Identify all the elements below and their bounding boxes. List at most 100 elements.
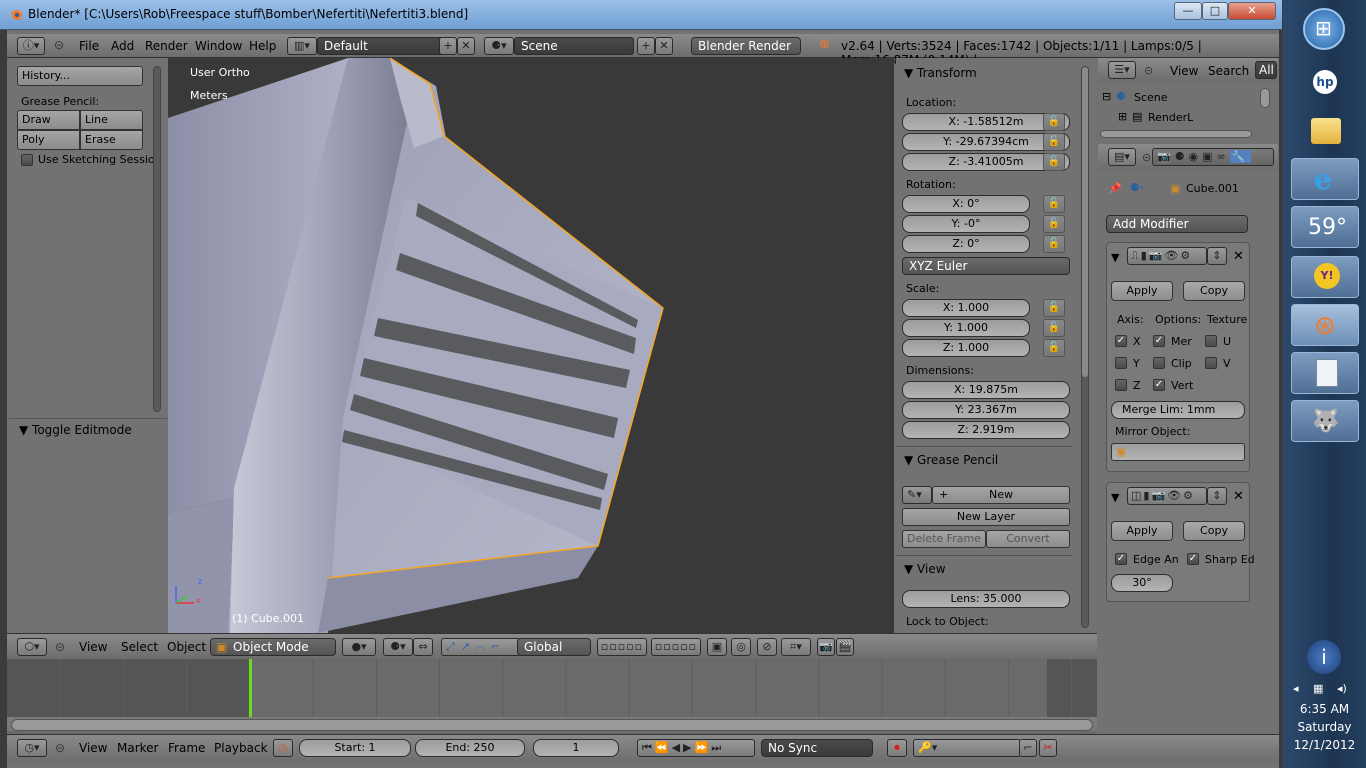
sharp-edges-checkbox[interactable]: ✓	[1187, 553, 1199, 565]
scale-x-field[interactable]: X: 1.000	[902, 299, 1030, 317]
collapse-menu-icon[interactable]: ⊝	[54, 38, 64, 52]
scene-icon[interactable]: ⚈▾	[484, 37, 514, 55]
menu-playback[interactable]: Playback	[214, 741, 268, 755]
merge-checkbox[interactable]: ✓	[1153, 335, 1165, 347]
transform-panel-header[interactable]: ▼ Transform	[904, 66, 977, 80]
collapse-menu-icon[interactable]: ⊝	[55, 741, 65, 755]
preview-range-icon[interactable]: ◷	[273, 739, 293, 757]
taskbar-gimp-app[interactable]: 🐺	[1291, 400, 1359, 442]
manipulator-icon[interactable]: ⇔	[413, 638, 433, 656]
snap-icon[interactable]: ⊘	[757, 638, 777, 656]
render-engine-select[interactable]: Blender Render	[691, 37, 801, 55]
pin-icon[interactable]: 📌	[1108, 182, 1122, 195]
screen-layout-field[interactable]: Default	[317, 37, 447, 55]
mode-select[interactable]: ▣ Object Mode	[210, 638, 336, 656]
mirror-copy-button[interactable]: Copy	[1183, 281, 1245, 301]
dimension-z-field[interactable]: Z: 2.919m	[902, 421, 1070, 439]
collapse-menu-icon[interactable]: ⊝	[1144, 64, 1153, 77]
add-scene-icon[interactable]: +	[637, 37, 655, 55]
add-screen-icon[interactable]: +	[439, 37, 457, 55]
collapse-menu-icon[interactable]: ⊝	[1142, 151, 1151, 164]
3d-viewport[interactable]: x z User Ortho Meters (1) Cube.001	[168, 58, 894, 633]
mirror-object-field[interactable]: ▣	[1111, 443, 1245, 461]
viewport-shading-icon[interactable]: ●▾	[342, 638, 376, 656]
lock-icon[interactable]: 🔓	[1043, 235, 1065, 253]
outliner-editor-icon[interactable]: ☰▾	[1108, 61, 1136, 79]
lock-icon[interactable]: 🔓	[1043, 153, 1065, 171]
texture-v-checkbox[interactable]	[1205, 357, 1217, 369]
rotation-y-field[interactable]: Y: -0°	[902, 215, 1030, 233]
convert-button[interactable]: Convert	[986, 530, 1070, 548]
transform-manipulators[interactable]: ⤢↗⌒⌐	[441, 638, 521, 656]
gp-draw-button[interactable]: Draw	[17, 110, 80, 130]
close-button[interactable]: ✕	[1228, 2, 1276, 20]
menu-view[interactable]: View	[79, 741, 107, 755]
remove-modifier-icon[interactable]: ✕	[1233, 489, 1244, 504]
minimize-button[interactable]: —	[1174, 2, 1202, 20]
proportional-edit-icon[interactable]: ◎	[731, 638, 751, 656]
menu-help[interactable]: Help	[249, 39, 276, 53]
use-sketching-checkbox[interactable]	[21, 154, 33, 166]
menu-window[interactable]: Window	[195, 39, 242, 53]
rotation-z-field[interactable]: Z: 0°	[902, 235, 1030, 253]
toggle-editmode-header[interactable]: ▼ Toggle Editmode	[19, 423, 132, 437]
gp-new-button[interactable]: + New	[932, 486, 1070, 504]
timeline-editor-icon[interactable]: ◷▾	[17, 739, 47, 757]
end-frame-field[interactable]: End: 250	[415, 739, 525, 757]
tree-expand-icon[interactable]: ⊟	[1102, 90, 1111, 103]
lens-field[interactable]: Lens: 35.000	[902, 590, 1070, 608]
taskbar-notepad-app[interactable]	[1291, 352, 1359, 394]
screen-layout-icon[interactable]: ▥▾	[287, 37, 317, 55]
current-frame-field[interactable]: 1	[533, 739, 619, 757]
render-animation-icon[interactable]: 🎬	[836, 638, 854, 656]
outliner-search-menu[interactable]: Search	[1208, 64, 1249, 78]
lock-icon[interactable]: 🔓	[1043, 339, 1065, 357]
taskbar-weather-app[interactable]: 59°	[1291, 206, 1359, 248]
lock-icon[interactable]: 🔓	[1043, 133, 1065, 151]
clip-checkbox[interactable]	[1153, 357, 1165, 369]
info-tray-icon[interactable]: i	[1307, 640, 1341, 674]
tool-shelf-scrollbar[interactable]	[153, 66, 161, 412]
timeline-editor[interactable]: -60-40-200204060801001201401601802002202…	[7, 659, 1097, 734]
menu-render[interactable]: Render	[145, 39, 188, 53]
snap-element-icon[interactable]: ⌗▾	[781, 638, 811, 656]
playback-controls[interactable]: ⏮⏪◀▶⏩⏭	[637, 739, 755, 757]
sync-mode-select[interactable]: No Sync	[761, 739, 873, 757]
rotation-mode-select[interactable]: XYZ Euler	[902, 257, 1070, 275]
layer-buttons-2[interactable]: ▫▫▫▫▫	[651, 638, 701, 656]
npanel-scrollbar[interactable]	[1081, 66, 1089, 628]
gp-erase-button[interactable]: Erase	[80, 130, 143, 150]
volume-icon[interactable]: ◂)	[1337, 682, 1347, 695]
view3d-editor-icon[interactable]: ⬡▾	[17, 638, 47, 656]
gp-poly-button[interactable]: Poly	[17, 130, 80, 150]
window-titlebar[interactable]: Blender* [C:\Users\Rob\Freespace stuff\B…	[0, 0, 1282, 30]
taskbar-blender-app[interactable]: ⊛	[1291, 304, 1359, 346]
context-tabs[interactable]: 📷⚈◉▣∞ 🔧	[1152, 148, 1274, 166]
edge-split-apply-button[interactable]: Apply	[1111, 521, 1173, 541]
new-layer-button[interactable]: New Layer	[902, 508, 1070, 526]
collapse-arrow-icon[interactable]: ▼	[1111, 251, 1119, 264]
menu-view[interactable]: View	[79, 640, 107, 654]
menu-marker[interactable]: Marker	[117, 741, 158, 755]
texture-u-checkbox[interactable]	[1205, 335, 1217, 347]
view-panel-header[interactable]: ▼ View	[904, 562, 946, 576]
axis-y-checkbox[interactable]	[1115, 357, 1127, 369]
insert-keyframe-icon[interactable]: ⌐	[1019, 739, 1037, 757]
render-icon[interactable]: 📷	[817, 638, 835, 656]
scene-field[interactable]: Scene	[514, 37, 634, 55]
modifier-wrench-icon[interactable]: 🔧	[1229, 150, 1252, 163]
record-icon[interactable]: ⏺	[887, 739, 907, 757]
taskbar-explorer-app[interactable]	[1291, 112, 1359, 154]
menu-select[interactable]: Select	[121, 640, 158, 654]
grease-pencil-panel-header[interactable]: ▼ Grease Pencil	[904, 453, 998, 467]
split-angle-field[interactable]: 30°	[1111, 574, 1173, 592]
scale-z-field[interactable]: Z: 1.000	[902, 339, 1030, 357]
lock-icon[interactable]: 🔓	[1043, 299, 1065, 317]
collapse-menu-icon[interactable]: ⊝	[55, 640, 65, 654]
keying-set-field[interactable]: 🔑▾	[913, 739, 1021, 757]
network-icon[interactable]: ▦	[1313, 682, 1323, 695]
tree-scene-item[interactable]: Scene	[1134, 91, 1168, 104]
remove-modifier-icon[interactable]: ✕	[1233, 249, 1244, 264]
layer-buttons-1[interactable]: ▫▫▫▫▫	[597, 638, 647, 656]
timeline-scrollbar[interactable]	[11, 719, 1093, 731]
